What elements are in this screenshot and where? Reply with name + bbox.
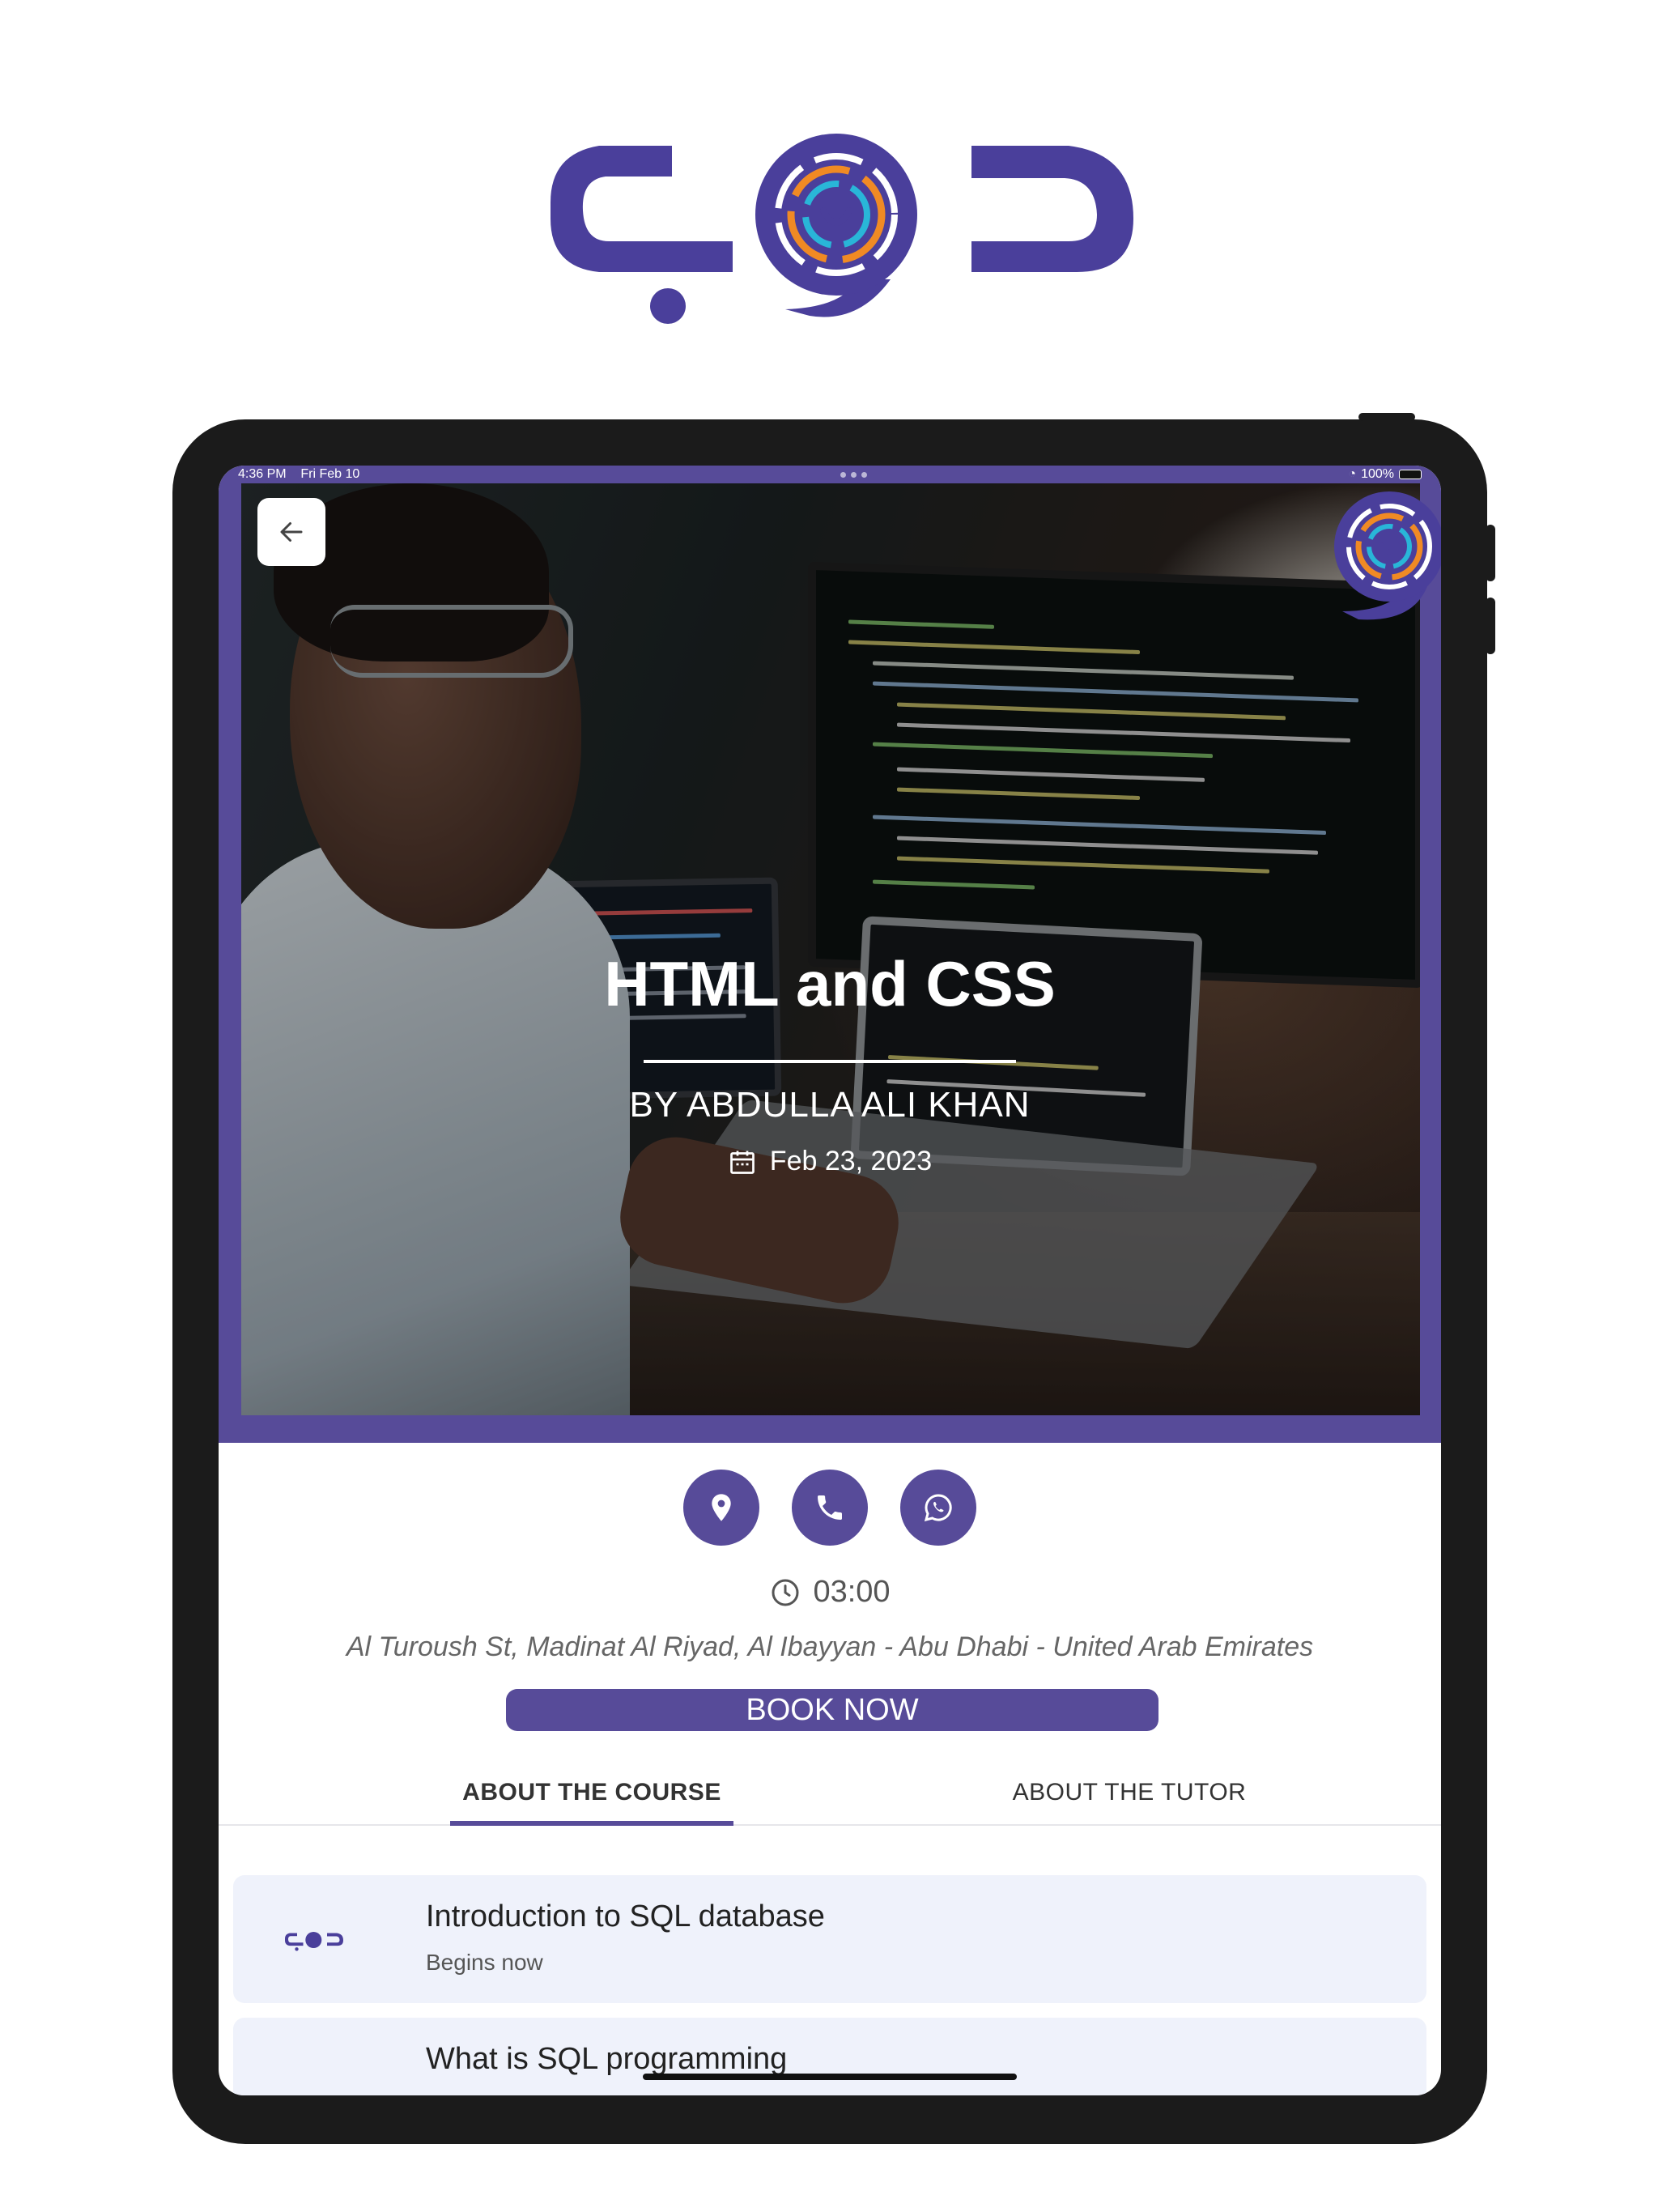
phone-icon	[818, 1495, 842, 1520]
lesson-item[interactable]: What is SQL programming	[233, 2018, 1426, 2095]
volume-up-button	[1486, 525, 1495, 581]
contact-actions	[219, 1470, 1441, 1546]
arrow-left-icon	[280, 522, 303, 542]
lesson-title: What is SQL programming	[426, 2042, 788, 2076]
book-now-button[interactable]: BOOK NOW	[506, 1689, 1158, 1731]
whatsapp-button[interactable]	[900, 1470, 976, 1546]
course-title: HTML and CSS	[604, 948, 1056, 1019]
status-time: 4:36 PM	[238, 467, 287, 481]
calendar-icon	[729, 1151, 755, 1174]
tab-about-tutor[interactable]: ABOUT THE TUTOR	[947, 1769, 1312, 1826]
course-time-row: 03:00	[219, 1575, 1441, 1610]
course-date: Feb 23, 2023	[769, 1146, 933, 1176]
title-divider	[644, 1060, 1016, 1063]
course-date-row: Feb 23, 2023	[219, 1146, 1441, 1177]
lesson-brand-logo	[285, 1932, 343, 1951]
course-tabs: ABOUT THE COURSE ABOUT THE TUTOR	[219, 1769, 1441, 1826]
course-time: 03:00	[813, 1575, 891, 1609]
course-address: Al Turoush St, Madinat Al Riyad, Al Ibay…	[346, 1631, 1314, 1662]
active-tab-indicator	[450, 1821, 733, 1826]
tab-about-course[interactable]: ABOUT THE COURSE	[450, 1769, 733, 1826]
tablet-frame: 4:36 PM Fri Feb 10 ◔ 100% HTML and CSS B…	[172, 413, 1495, 2144]
course-hero: 4:36 PM Fri Feb 10 ◔ 100% HTML and CSS B…	[219, 466, 1441, 1443]
status-date: Fri Feb 10	[300, 467, 360, 481]
status-bar: 4:36 PM Fri Feb 10 ◔ 100%	[219, 466, 1441, 483]
brand-mark-logo	[1334, 491, 1441, 620]
lesson-status: Begins now	[426, 1950, 543, 1975]
brand-logo	[551, 134, 1133, 324]
map-pin-icon	[712, 1494, 731, 1521]
home-indicator[interactable]	[643, 2074, 1017, 2080]
course-author: BY ABDULLA ALI KHAN	[629, 1085, 1031, 1125]
wifi-icon: ◔	[1348, 467, 1357, 481]
whatsapp-icon	[924, 1494, 952, 1522]
power-button	[1358, 413, 1415, 421]
app-screen: 4:36 PM Fri Feb 10 ◔ 100% HTML and CSS B…	[219, 466, 1441, 2095]
call-button[interactable]	[792, 1470, 868, 1546]
multitasking-dots[interactable]	[840, 471, 868, 478]
volume-down-button	[1486, 598, 1495, 654]
clock-icon	[772, 1579, 799, 1606]
location-button[interactable]	[683, 1470, 759, 1546]
lesson-item[interactable]: Introduction to SQL database Begins now	[233, 1875, 1426, 2003]
status-battery: 100%	[1361, 467, 1394, 481]
back-button[interactable]	[257, 498, 325, 566]
battery-icon	[1399, 470, 1422, 479]
lesson-title: Introduction to SQL database	[426, 1899, 825, 1933]
